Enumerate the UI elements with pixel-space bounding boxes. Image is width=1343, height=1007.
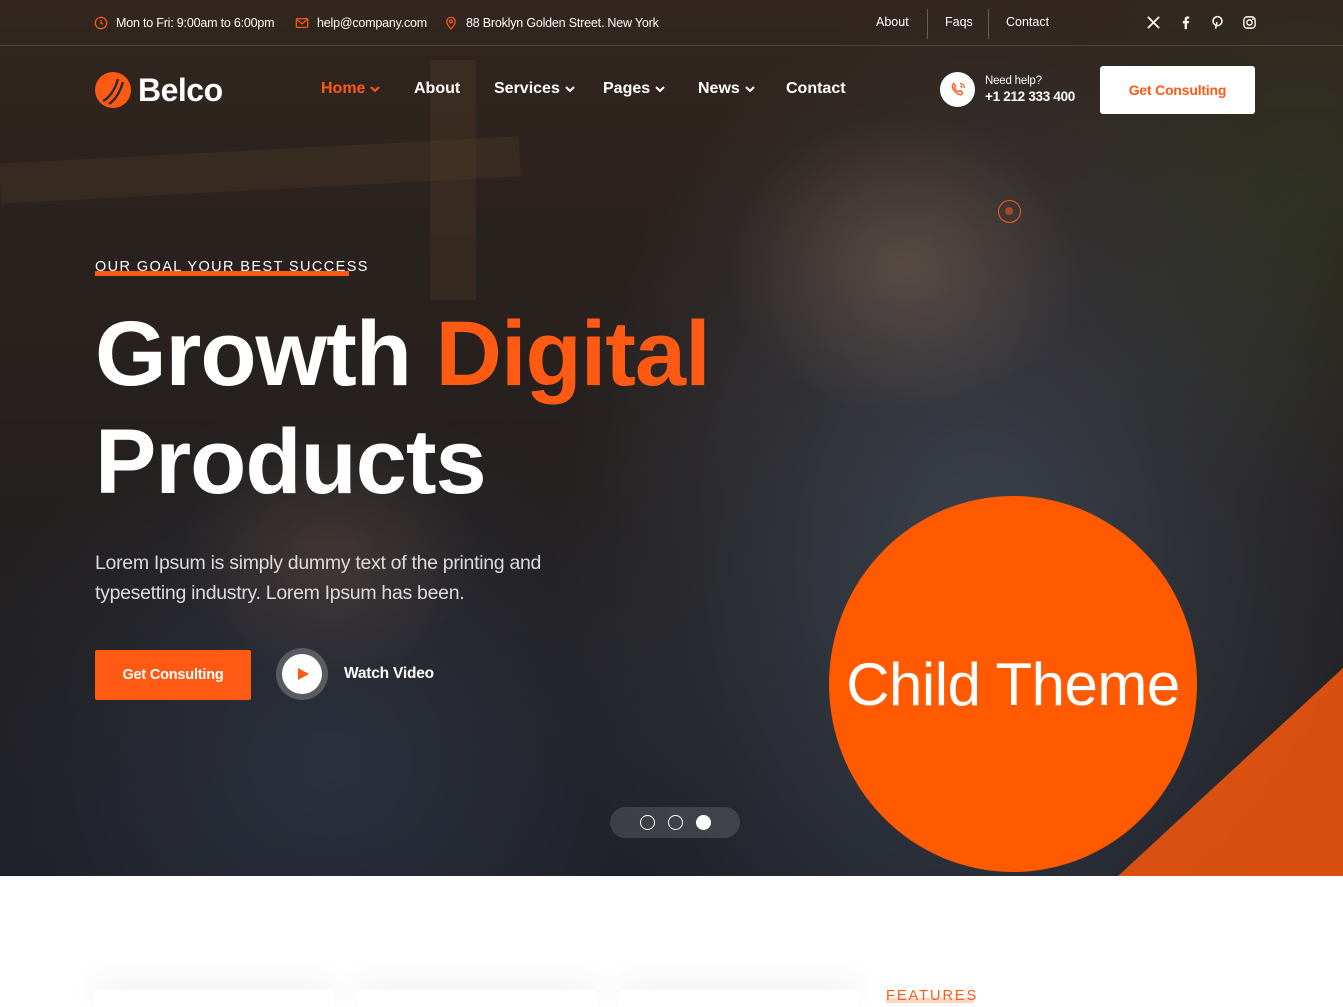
feature-card [94, 990, 334, 1007]
nav-contact[interactable]: Contact [786, 80, 846, 98]
get-consulting-hero-button[interactable]: Get Consulting [95, 650, 251, 700]
help-contact[interactable]: Need help? +1 212 333 400 [940, 72, 1075, 107]
slide-dot-2[interactable] [668, 815, 683, 830]
phone-icon [940, 72, 975, 107]
nav-about[interactable]: About [414, 80, 460, 98]
get-consulting-header-button[interactable]: Get Consulting [1100, 66, 1255, 114]
feature-card [619, 990, 859, 1007]
mail-icon [295, 18, 309, 28]
decorative-ring [998, 200, 1021, 223]
nav-about-label: About [414, 80, 461, 97]
play-button[interactable] [276, 648, 328, 700]
instagram-icon[interactable] [1240, 13, 1258, 31]
slide-dot-1[interactable] [640, 815, 655, 830]
logo-text: Belco [138, 71, 223, 108]
address-info: 88 Broklyn Golden Street. New York [444, 14, 659, 32]
play-icon [298, 668, 309, 680]
email-contact[interactable]: help@company.com [295, 14, 427, 32]
child-theme-badge: Child Theme [829, 496, 1197, 872]
nav-news[interactable]: News [698, 80, 756, 98]
clock-icon [94, 16, 108, 30]
pinterest-icon[interactable] [1208, 13, 1226, 31]
topbar-link-contact[interactable]: Contact [1006, 15, 1049, 29]
logo[interactable]: Belco [94, 71, 223, 109]
top-bar: Mon to Fri: 9:00am to 6:00pm help@compan… [0, 0, 1343, 46]
topbar-link-about[interactable]: About [876, 15, 909, 29]
nav-services[interactable]: Services [494, 80, 576, 98]
chevron-down-icon [370, 86, 381, 93]
slider-pagination [610, 807, 740, 838]
hero-title-line2: Products [95, 411, 487, 513]
chevron-down-icon [565, 86, 575, 93]
features-heading: FEATURES [886, 988, 979, 1004]
hero-title: Growth Digital Products [95, 300, 711, 516]
nav-services-label: Services [494, 80, 560, 97]
chevron-down-icon [655, 86, 665, 93]
nav-news-label: News [698, 80, 740, 97]
hero-description: Lorem Ipsum is simply dummy text of the … [95, 552, 542, 604]
feature-card [357, 990, 597, 1007]
facebook-icon[interactable] [1176, 13, 1194, 31]
map-pin-icon [446, 16, 456, 30]
help-phone[interactable]: +1 212 333 400 [985, 89, 1075, 104]
help-label: Need help? [985, 75, 1042, 87]
nav-home[interactable]: Home [321, 80, 381, 98]
nav-pages-label: Pages [603, 80, 651, 97]
hero-title-part1: Growth [95, 303, 436, 405]
watch-video-label: Watch Video [344, 665, 434, 682]
nav-contact-label: Contact [786, 80, 846, 97]
slide-dot-3[interactable] [696, 815, 711, 830]
logo-icon [95, 72, 131, 108]
divider [988, 9, 989, 39]
office-hours: Mon to Fri: 9:00am to 6:00pm [94, 14, 275, 32]
hero-eyebrow: OUR GOAL YOUR BEST SUCCESS [95, 259, 369, 275]
child-theme-label: Child Theme [846, 650, 1180, 718]
nav-pages[interactable]: Pages [603, 80, 666, 98]
office-hours-text: Mon to Fri: 9:00am to 6:00pm [116, 16, 275, 30]
hero-section: Mon to Fri: 9:00am to 6:00pm help@compan… [0, 0, 1343, 876]
chevron-down-icon [745, 86, 755, 93]
x-icon[interactable] [1144, 13, 1162, 31]
watch-video-button[interactable]: Watch Video [276, 648, 434, 700]
address-text: 88 Broklyn Golden Street. New York [466, 16, 659, 30]
nav-home-label: Home [321, 80, 366, 97]
divider [927, 9, 928, 39]
email-text[interactable]: help@company.com [317, 16, 427, 30]
hero-title-accent: Digital [435, 303, 711, 405]
topbar-link-faqs[interactable]: Faqs [945, 15, 973, 29]
